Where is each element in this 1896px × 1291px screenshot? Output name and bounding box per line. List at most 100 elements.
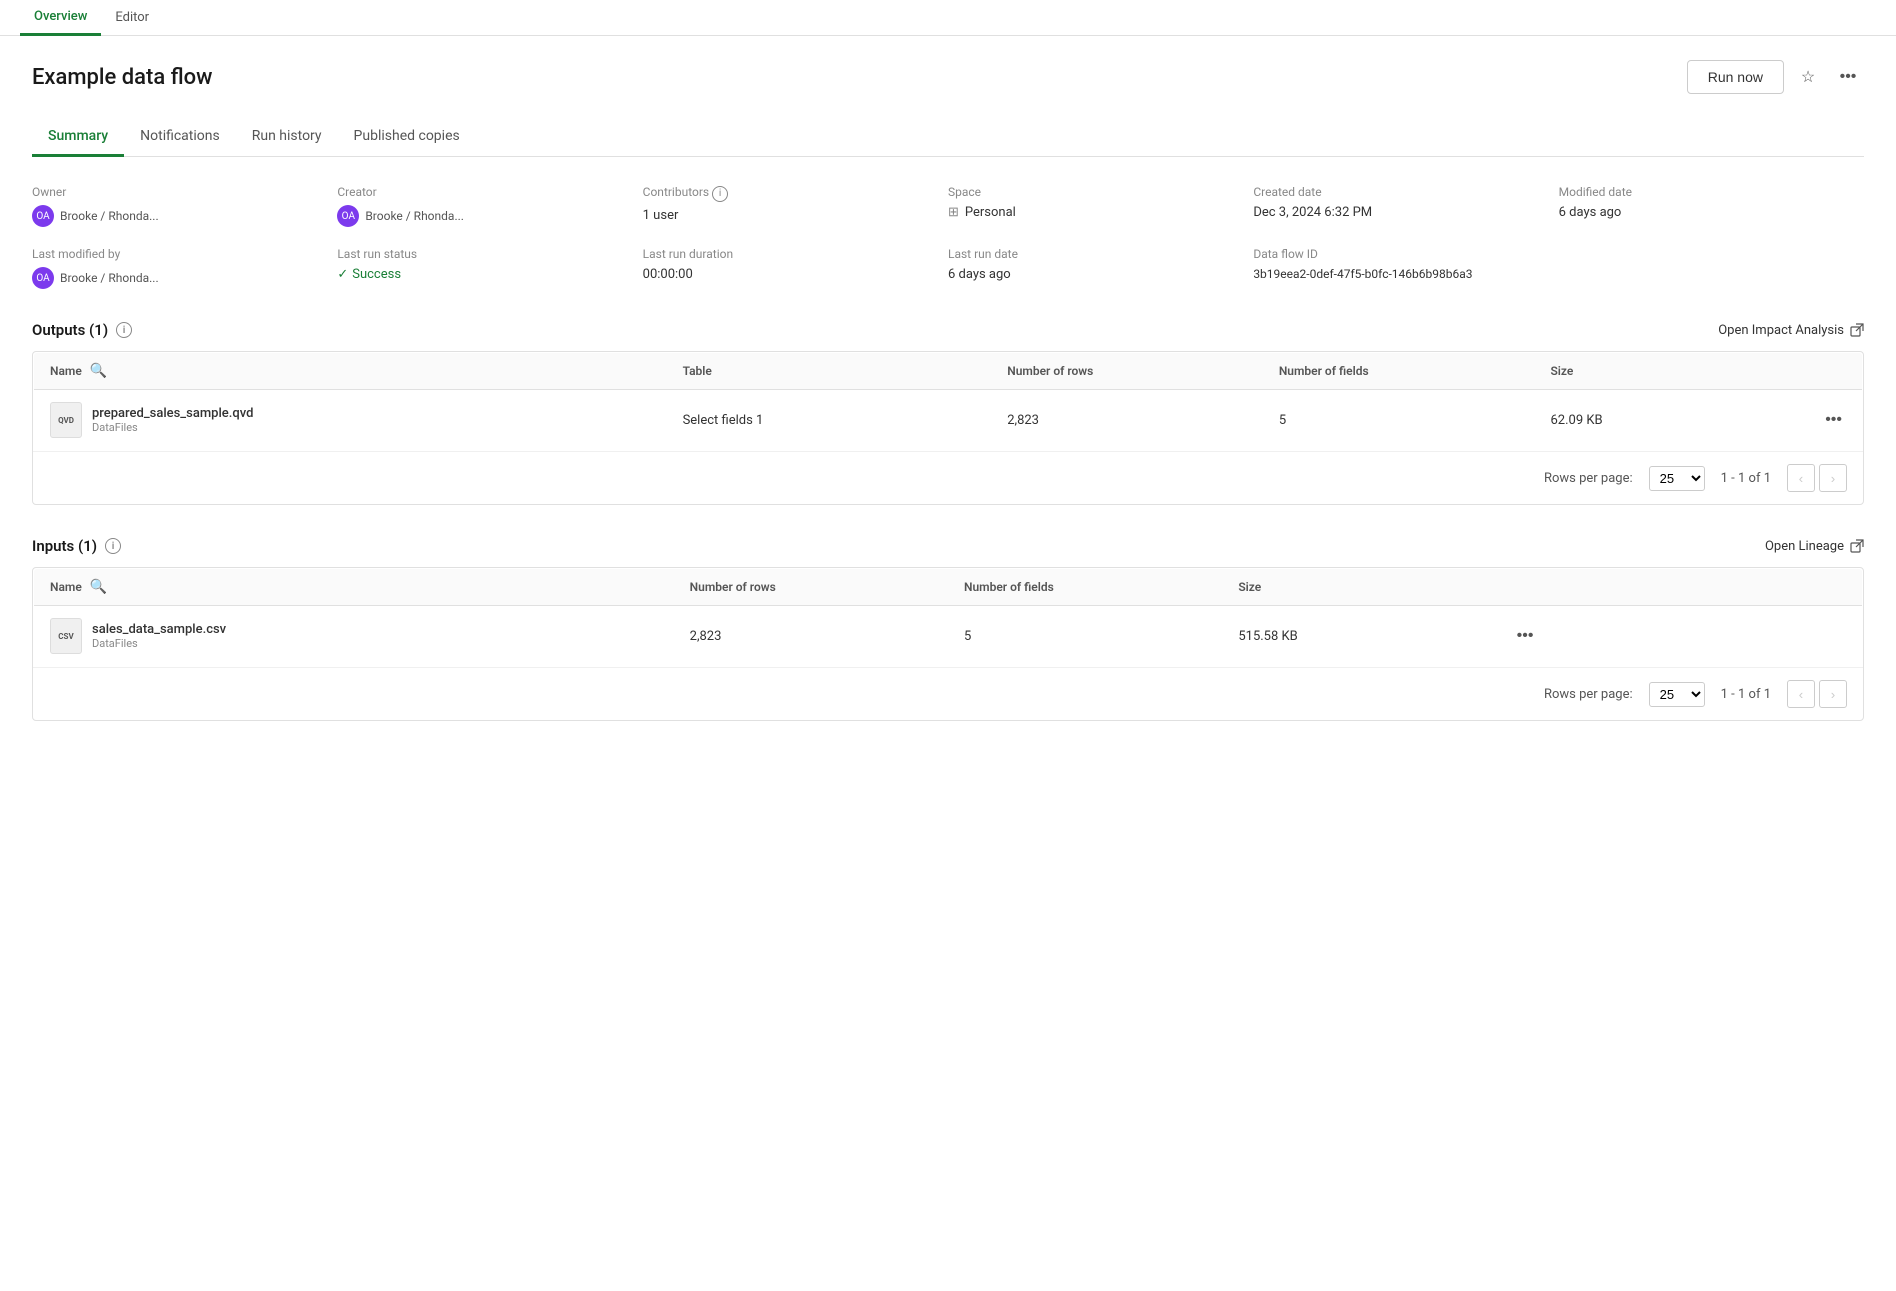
tab-notifications[interactable]: Notifications: [124, 118, 236, 157]
outputs-row-more-button[interactable]: •••: [1821, 407, 1846, 433]
csv-file-type-label: CSV: [58, 632, 73, 641]
inputs-next-page-button[interactable]: ›: [1819, 680, 1847, 708]
created-date-value: Dec 3, 2024 6:32 PM: [1253, 205, 1558, 220]
creator-avatar: OA: [337, 205, 359, 227]
tab-summary[interactable]: Summary: [32, 118, 124, 157]
outputs-section: Outputs (1) i Open Impact Analysis: [32, 321, 1864, 505]
tabs-bar: Summary Notifications Run history Publis…: [32, 118, 1864, 157]
outputs-row-rows-cell: 2,823: [991, 390, 1263, 451]
nav-editor[interactable]: Editor: [101, 0, 163, 36]
inputs-file-name[interactable]: sales_data_sample.csv: [92, 622, 226, 637]
open-impact-analysis-link[interactable]: Open Impact Analysis: [1718, 323, 1864, 338]
run-now-button[interactable]: Run now: [1687, 60, 1784, 94]
owner-label: Owner: [32, 185, 337, 199]
metadata-space: Space ⊞ Personal: [948, 185, 1253, 227]
star-icon: ☆: [1801, 67, 1815, 87]
outputs-col-fields: Number of fields: [1263, 353, 1535, 390]
inputs-title: Inputs (1) i: [32, 537, 121, 555]
outputs-col-name: Name 🔍: [34, 353, 667, 390]
tab-run-history[interactable]: Run history: [236, 118, 338, 157]
inputs-label: Inputs (1): [32, 537, 97, 555]
metadata-row-1: Owner OA Brooke / Rhonda... Creator OA B…: [32, 185, 1864, 227]
outputs-table-header-row: Name 🔍 Table Number of rows Number of fi…: [34, 353, 1863, 390]
outputs-row-name-cell: QVD prepared_sales_sample.qvd DataFiles: [34, 390, 667, 451]
metadata-last-run-duration: Last run duration 00:00:00: [643, 247, 948, 289]
inputs-row-rows-cell: 2,823: [674, 606, 948, 667]
inputs-page-nav: ‹ ›: [1787, 680, 1847, 708]
outputs-col-size: Size: [1534, 353, 1805, 390]
metadata-created-date: Created date Dec 3, 2024 6:32 PM: [1253, 185, 1558, 227]
outputs-section-header: Outputs (1) i Open Impact Analysis: [32, 321, 1864, 339]
last-run-status-value: ✓ Success: [337, 267, 642, 282]
tab-published-copies[interactable]: Published copies: [338, 118, 476, 157]
inputs-table-header-row: Name 🔍 Number of rows Number of fields S…: [34, 569, 1863, 606]
outputs-page-info: 1 - 1 of 1: [1721, 471, 1771, 486]
created-date-label: Created date: [1253, 185, 1558, 199]
star-button[interactable]: ☆: [1792, 61, 1824, 93]
last-modifier-name: Brooke / Rhonda...: [60, 271, 159, 285]
nav-overview[interactable]: Overview: [20, 0, 101, 36]
inputs-section-header: Inputs (1) i Open Lineage: [32, 537, 1864, 555]
creator-name: Brooke / Rhonda...: [365, 209, 464, 223]
page-title: Example data flow: [32, 65, 213, 90]
page-content: Example data flow Run now ☆ ••• Summary …: [0, 36, 1896, 745]
inputs-prev-page-button[interactable]: ‹: [1787, 680, 1815, 708]
more-icon: •••: [1840, 68, 1857, 86]
outputs-row-size-cell: 62.09 KB: [1534, 390, 1805, 451]
inputs-row-actions-cell: •••: [1497, 606, 1863, 667]
contributors-info-icon[interactable]: i: [712, 186, 728, 202]
outputs-col-rows: Number of rows: [991, 353, 1263, 390]
last-run-status-label: Last run status: [337, 247, 642, 261]
last-run-date-value: 6 days ago: [948, 267, 1253, 282]
inputs-rows-per-page-label: Rows per page:: [1544, 687, 1633, 702]
modified-date-value: 6 days ago: [1559, 205, 1864, 220]
inputs-row-name-cell: CSV sales_data_sample.csv DataFiles: [34, 606, 674, 667]
metadata-last-run-date: Last run date 6 days ago: [948, 247, 1253, 289]
more-options-button[interactable]: •••: [1832, 61, 1864, 93]
last-modifier-avatar: OA: [32, 267, 54, 289]
last-run-date-label: Last run date: [948, 247, 1253, 261]
outputs-title: Outputs (1) i: [32, 321, 132, 339]
modified-date-label: Modified date: [1559, 185, 1864, 199]
inputs-file-cell: CSV sales_data_sample.csv DataFiles: [50, 618, 658, 654]
creator-value: OA Brooke / Rhonda...: [337, 205, 642, 227]
outputs-table-wrapper: Name 🔍 Table Number of rows Number of fi…: [32, 351, 1864, 505]
outputs-table: Name 🔍 Table Number of rows Number of fi…: [33, 352, 1863, 451]
outputs-col-table: Table: [667, 353, 992, 390]
space-label: Space: [948, 185, 1253, 199]
space-icon: ⊞: [948, 205, 959, 220]
contributors-label: Contributors i: [643, 185, 948, 202]
inputs-name-search-icon[interactable]: 🔍: [90, 579, 107, 595]
external-link-icon: [1850, 323, 1864, 337]
outputs-name-search-icon[interactable]: 🔍: [90, 363, 107, 379]
metadata-last-modified-by: Last modified by OA Brooke / Rhonda...: [32, 247, 337, 289]
lineage-external-link-icon: [1850, 539, 1864, 553]
header-actions: Run now ☆ •••: [1687, 60, 1864, 94]
inputs-rows-per-page-select[interactable]: 25 50 100: [1649, 682, 1705, 707]
outputs-next-page-button[interactable]: ›: [1819, 464, 1847, 492]
metadata-modified-date: Modified date 6 days ago: [1559, 185, 1864, 227]
open-lineage-link[interactable]: Open Lineage: [1765, 539, 1864, 554]
inputs-file-sublabel: DataFiles: [92, 637, 226, 650]
inputs-col-actions: [1497, 569, 1863, 606]
file-sublabel: DataFiles: [92, 421, 253, 434]
outputs-rows-per-page-select[interactable]: 25 50 100: [1649, 466, 1705, 491]
metadata-dataflow-id: Data flow ID 3b19eea2-0def-47f5-b0fc-146…: [1253, 247, 1558, 289]
inputs-info-icon[interactable]: i: [105, 538, 121, 554]
outputs-page-nav: ‹ ›: [1787, 464, 1847, 492]
last-modified-by-label: Last modified by: [32, 247, 337, 261]
metadata-contributors: Contributors i 1 user: [643, 185, 948, 227]
contributors-value: 1 user: [643, 208, 948, 223]
inputs-table: Name 🔍 Number of rows Number of fields S…: [33, 568, 1863, 667]
page-header: Example data flow Run now ☆ •••: [32, 60, 1864, 94]
outputs-info-icon[interactable]: i: [116, 322, 132, 338]
inputs-row-more-button[interactable]: •••: [1513, 623, 1538, 649]
outputs-prev-page-button[interactable]: ‹: [1787, 464, 1815, 492]
success-check-icon: ✓: [337, 267, 348, 282]
file-name[interactable]: prepared_sales_sample.qvd: [92, 406, 253, 421]
inputs-col-name: Name 🔍: [34, 569, 674, 606]
outputs-rows-per-page-label: Rows per page:: [1544, 471, 1633, 486]
inputs-table-wrapper: Name 🔍 Number of rows Number of fields S…: [32, 567, 1864, 721]
table-row: CSV sales_data_sample.csv DataFiles 2,82…: [34, 606, 1863, 667]
metadata-last-run-status: Last run status ✓ Success: [337, 247, 642, 289]
